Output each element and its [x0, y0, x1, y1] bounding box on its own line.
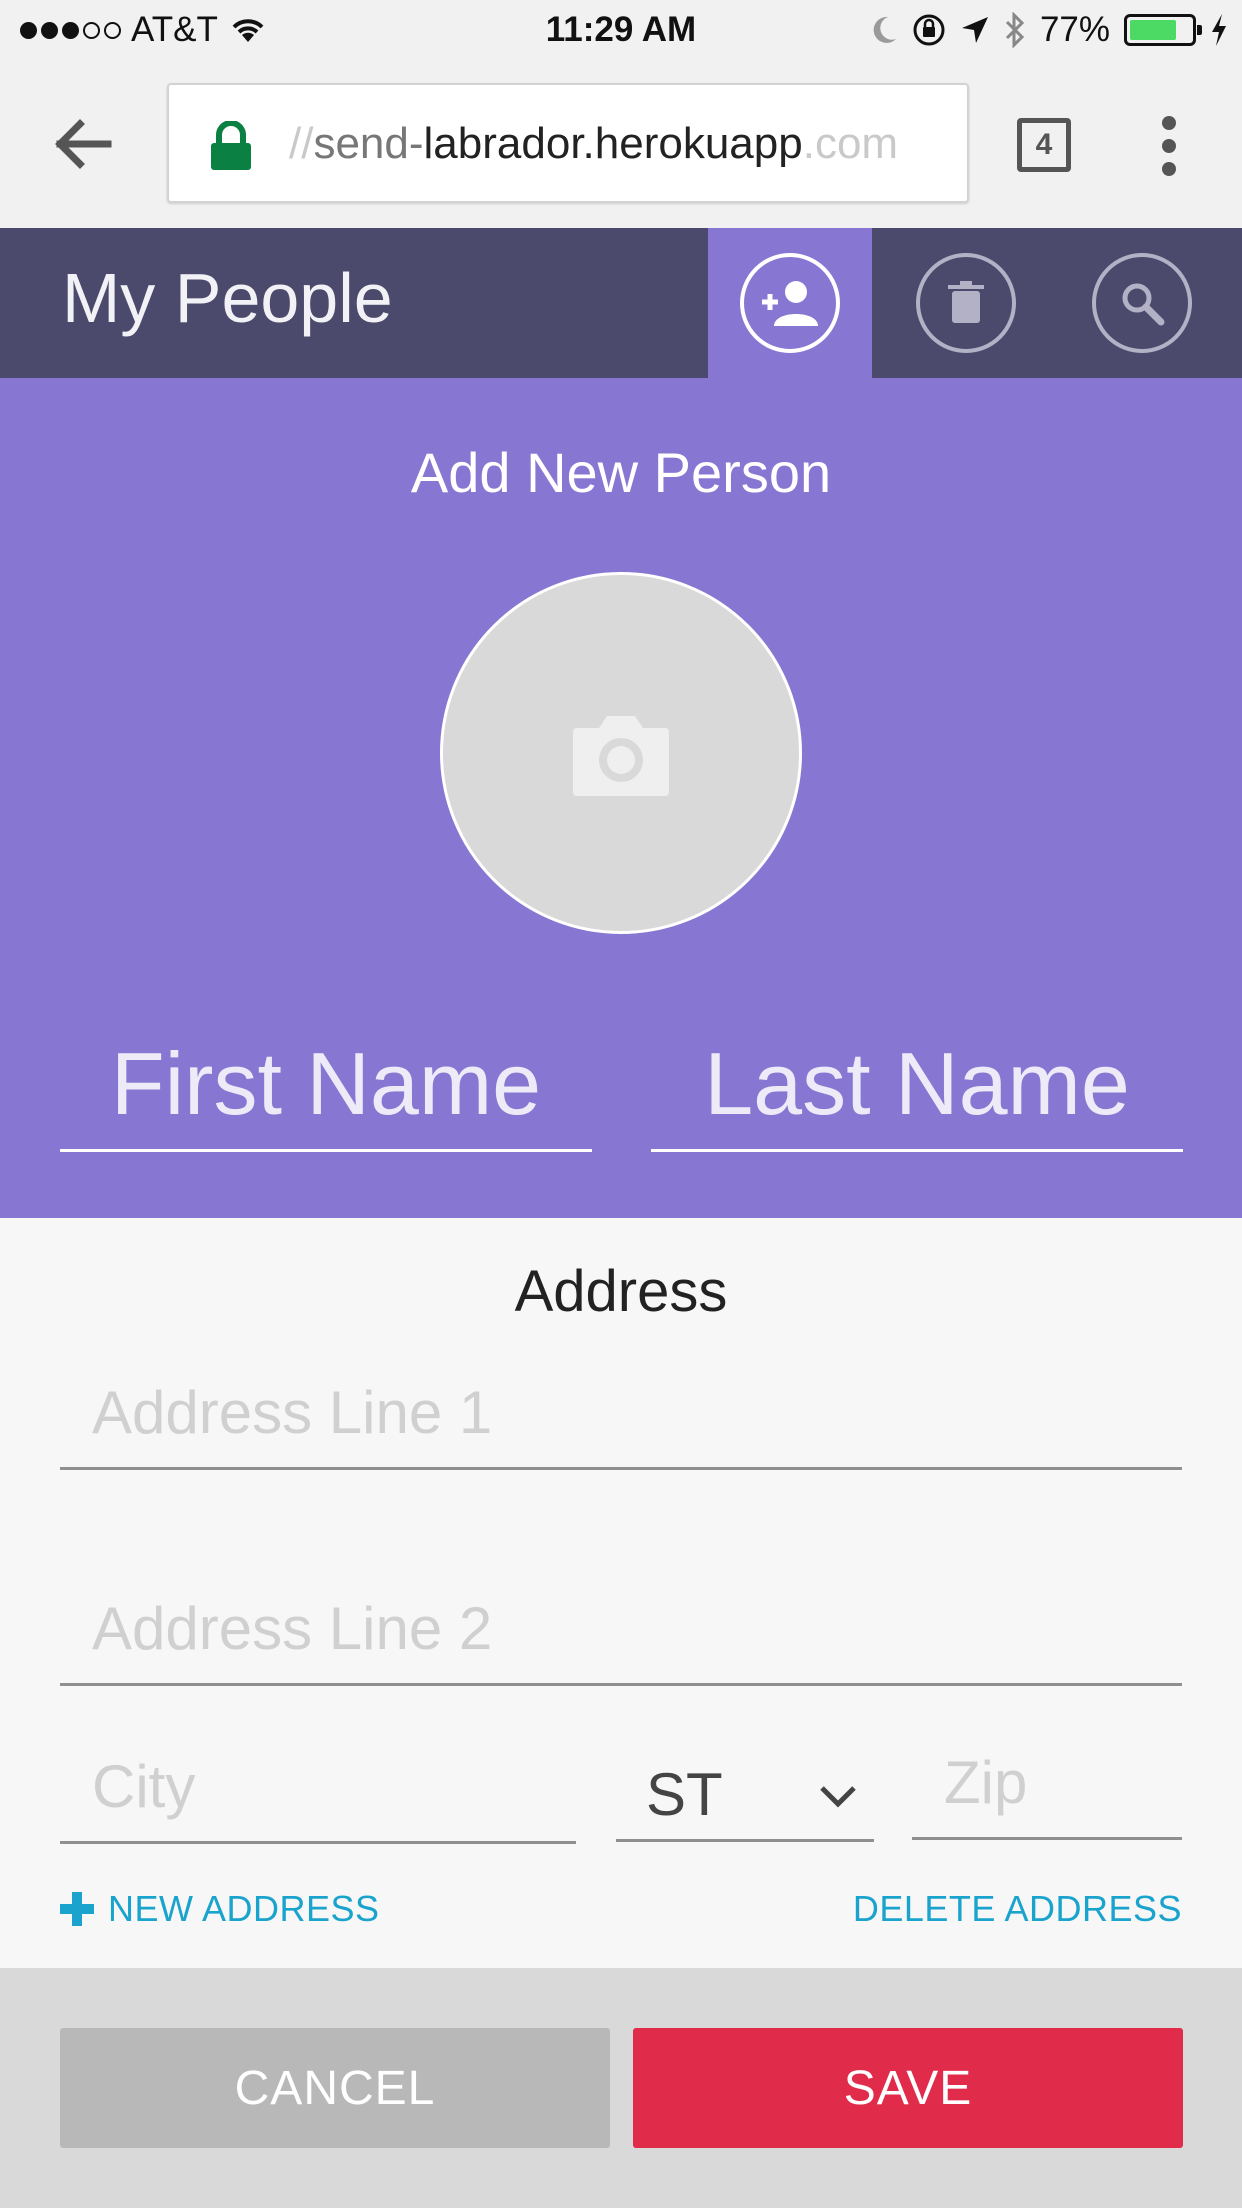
lock-icon [211, 121, 251, 170]
status-bar: AT&T 11:29 AM 77% [0, 0, 1242, 60]
trash-icon [948, 281, 984, 323]
state-value: ST [646, 1761, 723, 1828]
url-bar[interactable]: //send-labrador.herokuapp.com [167, 83, 969, 203]
address-line-2-input[interactable] [60, 1574, 1182, 1686]
chevron-down-icon [820, 1786, 856, 1808]
new-address-label: NEW ADDRESS [108, 1888, 380, 1929]
tab-switcher-button[interactable]: 4 [1017, 118, 1071, 172]
form-title: Add New Person [410, 441, 832, 504]
app-title: My People [62, 259, 393, 337]
charging-bolt-icon [1212, 14, 1226, 46]
url-text: //send-labrador.herokuapp.com [289, 119, 899, 168]
rotation-lock-icon [913, 14, 945, 46]
form-footer: CANCEL SAVE [0, 1968, 1242, 2208]
zip-input[interactable] [912, 1728, 1182, 1840]
moon-icon [873, 16, 896, 43]
plus-icon [60, 1892, 94, 1926]
back-arrow-icon[interactable] [50, 112, 114, 176]
city-input[interactable] [60, 1732, 576, 1844]
photo-upload[interactable] [440, 572, 802, 934]
new-address-link[interactable]: NEW ADDRESS [60, 1888, 380, 1930]
person-form: Add New Person [0, 378, 1242, 1218]
add-person-button[interactable] [708, 228, 872, 378]
browser-toolbar: //send-labrador.herokuapp.com 4 [0, 60, 1242, 228]
address-title: Address [514, 1259, 728, 1324]
add-person-icon [762, 281, 818, 326]
first-name-input[interactable] [60, 1018, 592, 1152]
location-arrow-icon [961, 17, 988, 43]
save-button[interactable]: SAVE [633, 2028, 1183, 2148]
overflow-menu-icon[interactable] [1148, 114, 1192, 178]
state-select[interactable]: ST [616, 1732, 874, 1842]
address-line-1-input[interactable] [60, 1358, 1182, 1470]
status-indicators: 77% [870, 10, 1228, 50]
address-section: Address ST NEW ADDRESS DELETE ADDRESS [0, 1218, 1242, 1968]
last-name-input[interactable] [651, 1018, 1183, 1152]
search-icon [1122, 283, 1165, 326]
bluetooth-icon [1005, 12, 1025, 48]
delete-address-link[interactable]: DELETE ADDRESS [853, 1888, 1182, 1930]
battery-percent: 77% [1039, 10, 1110, 49]
battery-icon [1124, 14, 1202, 46]
delete-button[interactable] [884, 228, 1048, 378]
cancel-button[interactable]: CANCEL [60, 2028, 610, 2148]
app-header: My People [0, 228, 1242, 378]
camera-icon [573, 716, 669, 796]
search-button[interactable] [1060, 228, 1224, 378]
